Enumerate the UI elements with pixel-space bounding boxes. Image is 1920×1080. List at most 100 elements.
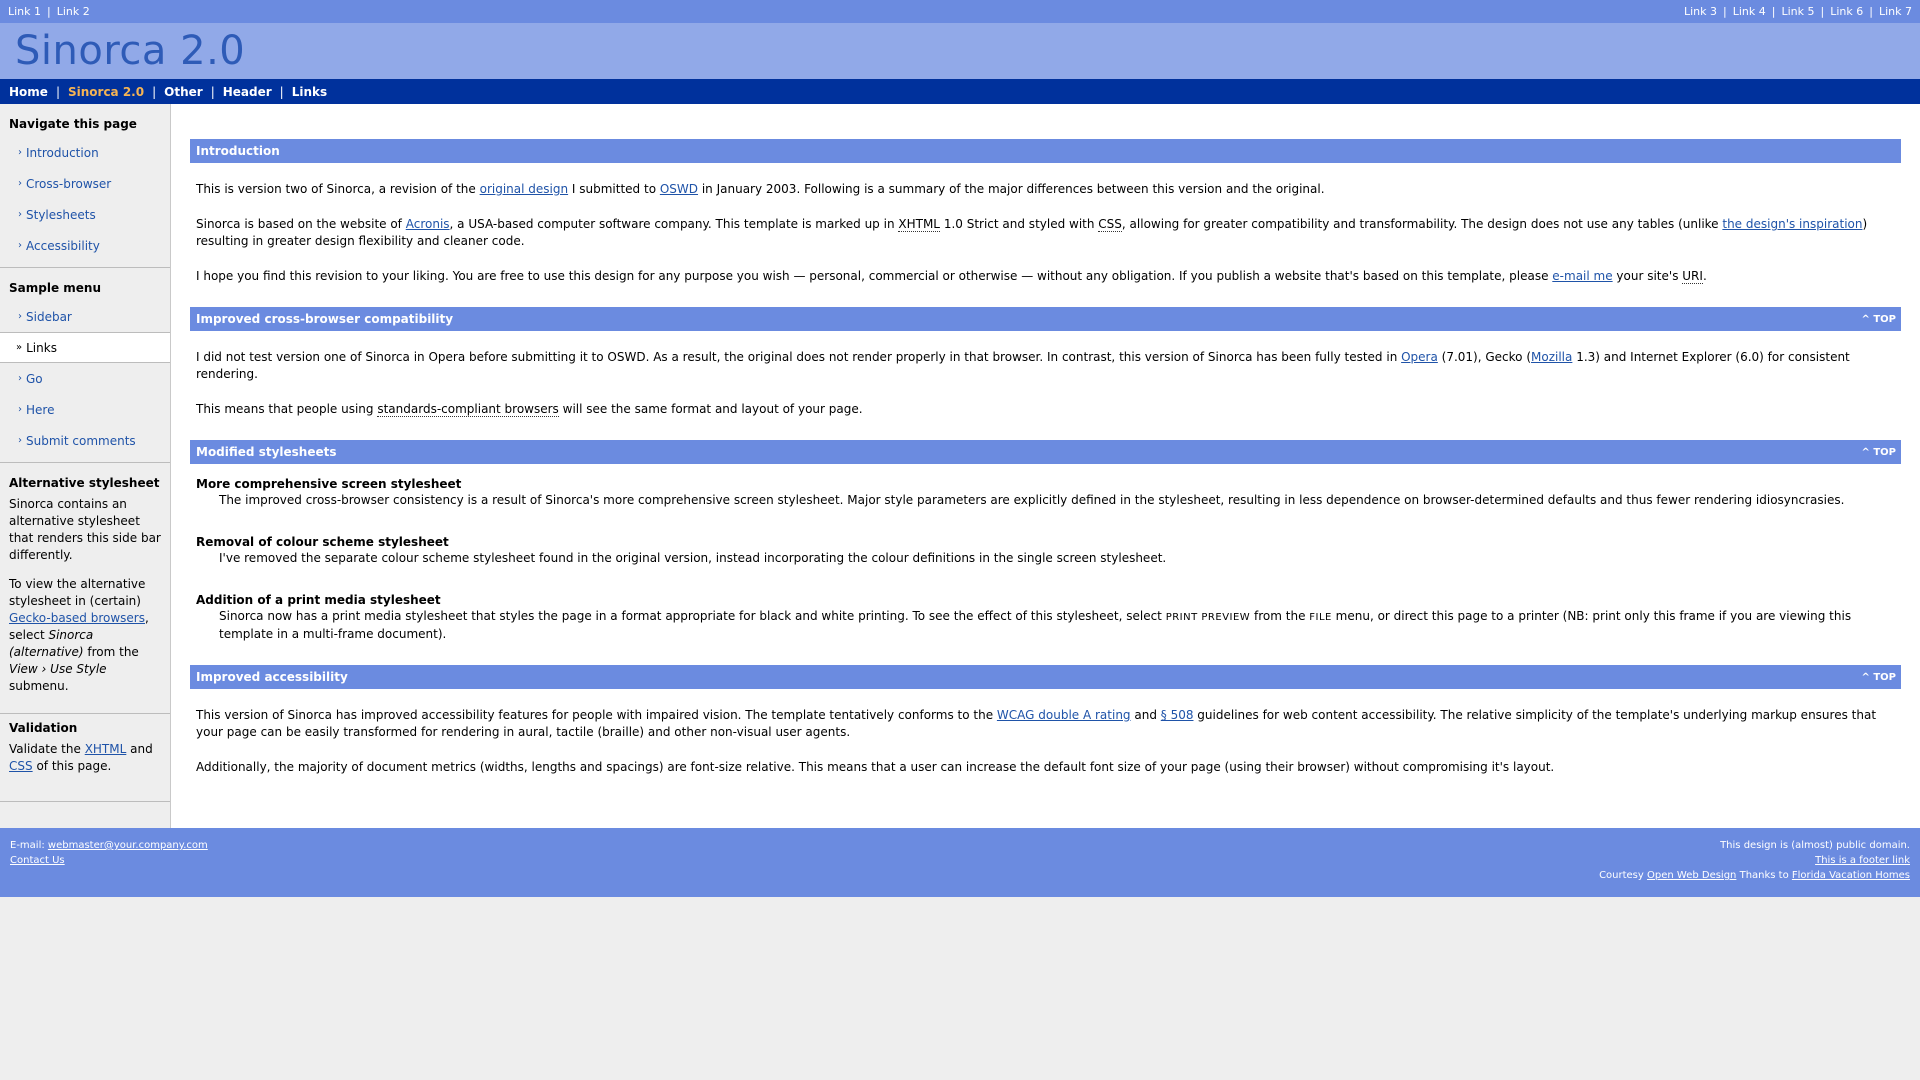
sidebar-link[interactable]: Sidebar bbox=[26, 310, 72, 324]
top-link-6[interactable]: Link 6 bbox=[1830, 5, 1863, 18]
sidebar-link[interactable]: Accessibility bbox=[26, 239, 100, 253]
validate-xhtml-link[interactable]: XHTML bbox=[85, 742, 127, 756]
top-link-4[interactable]: Link 4 bbox=[1733, 5, 1766, 18]
accessibility-paragraph-2: Additionally, the majority of document m… bbox=[196, 760, 1555, 774]
back-to-top-link[interactable]: ^ TOP bbox=[1861, 447, 1896, 458]
text: View › Use Style bbox=[9, 662, 107, 676]
sidebar-item-accessibility[interactable]: › Accessibility bbox=[0, 230, 170, 261]
text: I hope you find this revision to your li… bbox=[196, 269, 1553, 283]
nav-item-links[interactable]: Links bbox=[292, 85, 327, 99]
chevron-right-icon: › bbox=[18, 404, 22, 415]
top-link-1[interactable]: Link 1 bbox=[8, 5, 41, 18]
abbr-uri: URI bbox=[1682, 269, 1703, 284]
sidebar-item-introduction[interactable]: › Introduction bbox=[0, 137, 170, 168]
chevron-right-icon: › bbox=[18, 240, 22, 251]
site-title: Sinorca 2.0 bbox=[15, 28, 246, 74]
validation-text: Validate the XHTML and CSS of this page. bbox=[9, 741, 161, 775]
nav-item-other[interactable]: Other bbox=[164, 85, 203, 99]
sidebar-link[interactable]: Go bbox=[26, 372, 43, 386]
section-header: Improved accessibility ^ TOP bbox=[190, 665, 1901, 689]
text: and bbox=[126, 742, 153, 756]
sidebar: Navigate this page › Introduction › Cross-… bbox=[0, 104, 171, 828]
section-stylesheets: Modified stylesheets ^ TOP More comprehen… bbox=[190, 440, 1901, 643]
sidebar-item-links-current[interactable]: » Links bbox=[0, 332, 170, 363]
footer-email-link[interactable]: webmaster@your.company.com bbox=[48, 840, 208, 851]
abbr-standards-browsers: standards-compliant browsers bbox=[377, 402, 559, 417]
section-title: Improved accessibility bbox=[196, 670, 348, 684]
text: Sinorca now has a print media stylesheet… bbox=[219, 609, 1166, 623]
separator: | bbox=[1723, 5, 1727, 18]
change-title: Addition of a print media stylesheet bbox=[196, 593, 441, 607]
original-design-link[interactable]: original design bbox=[480, 182, 568, 196]
sidebar-heading: Navigate this page bbox=[9, 117, 137, 131]
separator: | bbox=[210, 84, 215, 99]
text: FILE bbox=[1309, 612, 1332, 623]
sidebar-navigate: Navigate this page › Introduction › Cross-… bbox=[0, 104, 170, 268]
text: PRINT PREVIEW bbox=[1165, 612, 1251, 623]
design-inspiration-link[interactable]: the design's inspiration bbox=[1722, 217, 1862, 231]
footer-left: E-mail: webmaster@your.company.com Conta… bbox=[10, 838, 208, 897]
gecko-browsers-link[interactable]: Gecko-based browsers bbox=[9, 611, 145, 625]
chevron-right-icon: › bbox=[18, 209, 22, 220]
sidebar-item-sidebar[interactable]: › Sidebar bbox=[0, 301, 170, 332]
sidebar-item-here[interactable]: › Here bbox=[0, 394, 170, 425]
email-me-link[interactable]: e-mail me bbox=[1552, 269, 1612, 283]
section-accessibility: Improved accessibility ^ TOP This version… bbox=[190, 665, 1901, 776]
chevron-right-icon: › bbox=[18, 311, 22, 322]
top-link-7[interactable]: Link 7 bbox=[1879, 5, 1912, 18]
text: To view the alternative stylesheet in (c… bbox=[9, 577, 146, 608]
nav-item-sinorca[interactable]: Sinorca 2.0 bbox=[68, 85, 144, 99]
acronis-link[interactable]: Acronis bbox=[406, 217, 450, 231]
intro-paragraph-2: Sinorca is based on the website of Acron… bbox=[196, 216, 1895, 250]
separator: | bbox=[1820, 5, 1825, 18]
chevron-right-icon: › bbox=[18, 147, 22, 158]
text: . bbox=[1702, 269, 1707, 283]
wcag-link[interactable]: WCAG double A rating bbox=[997, 708, 1131, 722]
top-links-left: Link 1 | Link 2 bbox=[8, 5, 90, 18]
sidebar-item-cross-browser[interactable]: › Cross-browser bbox=[0, 168, 170, 199]
sidebar-link[interactable]: Cross-browser bbox=[26, 177, 111, 191]
text: will see the same format and layout of y… bbox=[558, 402, 863, 416]
back-to-top-link[interactable]: ^ TOP bbox=[1861, 314, 1896, 325]
back-to-top-link[interactable]: ^ TOP bbox=[1861, 672, 1896, 683]
sidebar-link[interactable]: Stylesheets bbox=[26, 208, 96, 222]
section-title: Improved cross-browser compatibility bbox=[196, 312, 454, 326]
section-508-link[interactable]: § 508 bbox=[1161, 708, 1194, 722]
section-header: Modified stylesheets ^ TOP bbox=[190, 440, 1901, 464]
intro-paragraph-3: I hope you find this revision to your li… bbox=[196, 268, 1895, 285]
separator: | bbox=[47, 5, 51, 18]
open-web-design-link[interactable]: Open Web Design bbox=[1647, 870, 1736, 881]
mozilla-link[interactable]: Mozilla bbox=[1531, 350, 1572, 364]
sidebar-link[interactable]: Introduction bbox=[26, 146, 99, 160]
change-description: Sinorca now has a print media stylesheet… bbox=[219, 608, 1895, 643]
change-description: The improved cross-browser consistency i… bbox=[219, 493, 1845, 507]
text: , allowing for greater compatibility and… bbox=[1121, 217, 1723, 231]
sidebar-link[interactable]: Submit comments bbox=[26, 434, 136, 448]
sidebar-item-go[interactable]: › Go bbox=[0, 363, 170, 394]
sidebar-item-stylesheets[interactable]: › Stylesheets bbox=[0, 199, 170, 230]
text: and bbox=[1130, 708, 1161, 722]
top-links-right: Link 3 | Link 4 | Link 5 | Link 6 | Link 7 bbox=[1684, 5, 1912, 18]
top-link-3[interactable]: Link 3 bbox=[1684, 5, 1717, 18]
nav-item-header[interactable]: Header bbox=[223, 85, 272, 99]
sidebar-item-submit-comments[interactable]: › Submit comments bbox=[0, 425, 170, 456]
contact-us-link[interactable]: Contact Us bbox=[10, 855, 65, 866]
abbr-css: CSS bbox=[1098, 217, 1122, 232]
oswd-link[interactable]: OSWD bbox=[660, 182, 698, 196]
footer-link[interactable]: This is a footer link bbox=[1815, 855, 1910, 866]
main-nav: Home | Sinorca 2.0 | Other | Header | Links bbox=[0, 79, 1920, 104]
top-link-bar: Link 1 | Link 2 Link 3 | Link 4 | Link 5 | Link … bbox=[0, 0, 1920, 23]
text: 1.0 Strict and styled with bbox=[940, 217, 1099, 231]
sidebar-link[interactable]: Here bbox=[26, 403, 54, 417]
separator: | bbox=[279, 84, 284, 99]
sidebar-heading: Alternative stylesheet bbox=[9, 476, 160, 490]
opera-link[interactable]: Opera bbox=[1401, 350, 1438, 364]
section-header: Introduction bbox=[190, 139, 1901, 163]
top-link-5[interactable]: Link 5 bbox=[1781, 5, 1814, 18]
top-link-2[interactable]: Link 2 bbox=[57, 5, 90, 18]
validate-css-link[interactable]: CSS bbox=[9, 759, 33, 773]
florida-vacation-homes-link[interactable]: Florida Vacation Homes bbox=[1792, 870, 1910, 881]
nav-item-home[interactable]: Home bbox=[9, 85, 48, 99]
change-title: Removal of colour scheme stylesheet bbox=[196, 535, 449, 549]
double-chevron-right-icon: » bbox=[16, 342, 23, 353]
